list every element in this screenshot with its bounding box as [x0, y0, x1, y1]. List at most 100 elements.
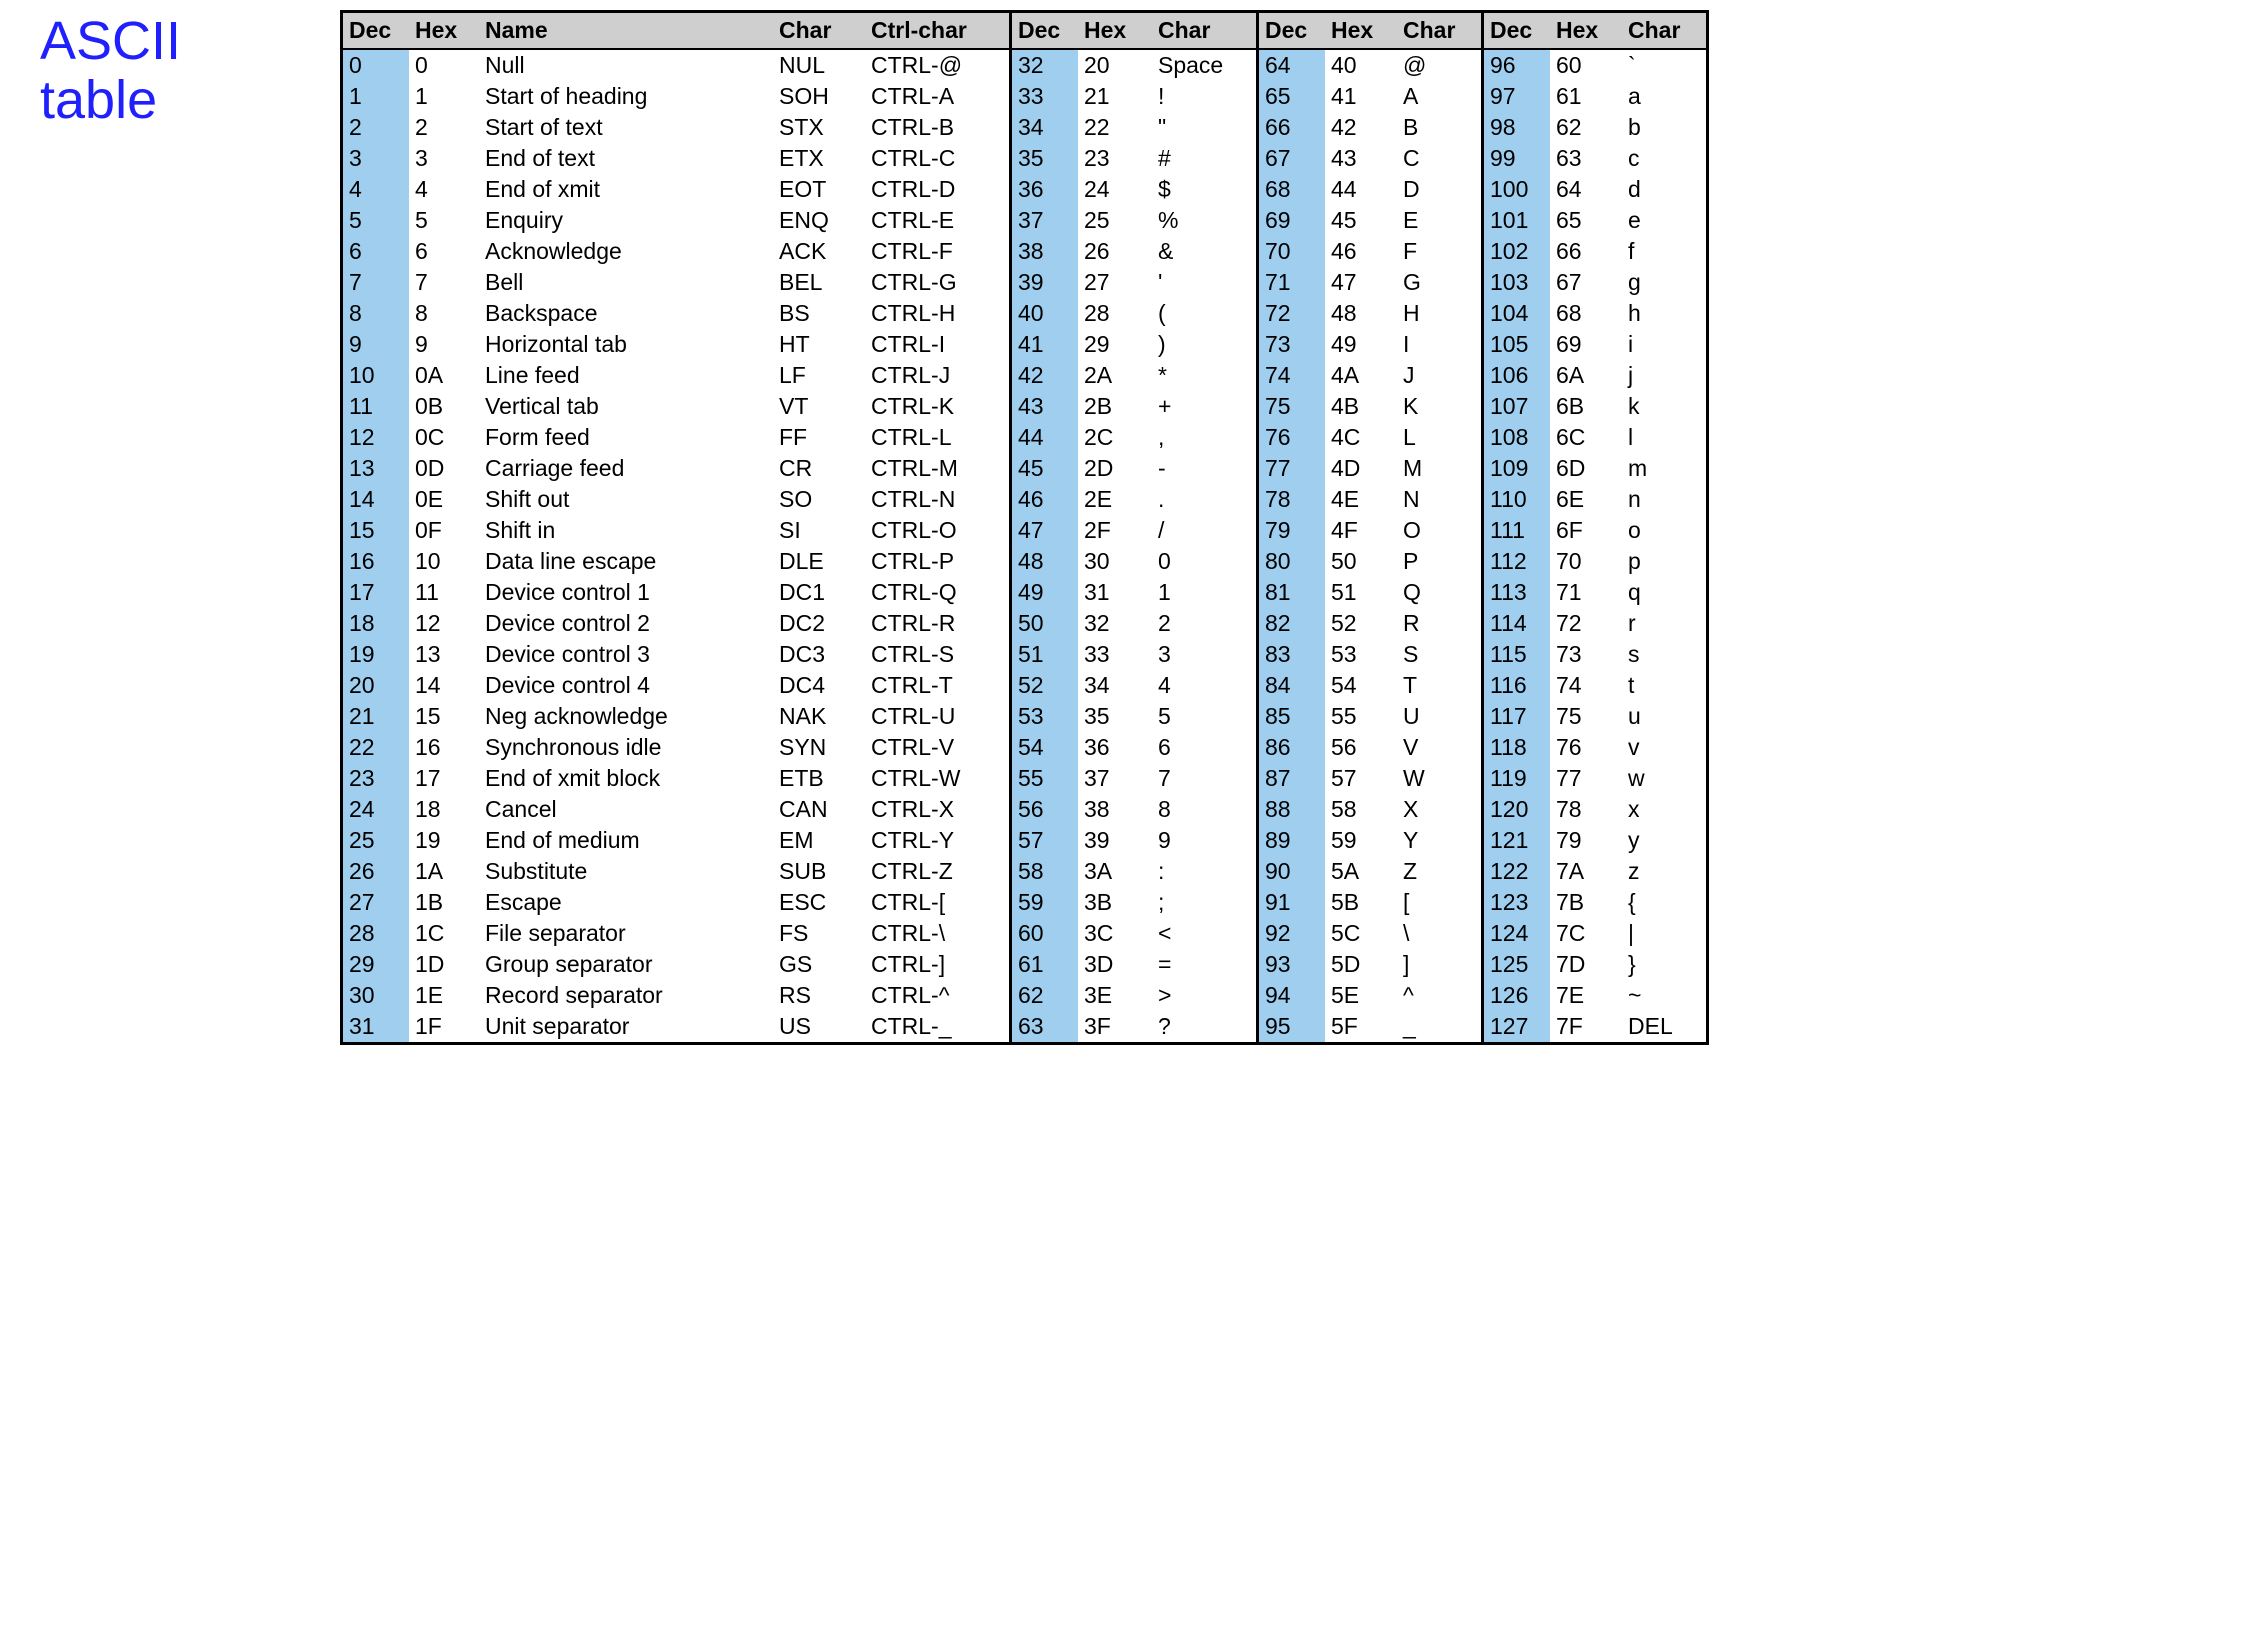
cell-hex: 0F [409, 515, 479, 546]
cell-name: Enquiry [479, 205, 773, 236]
col-name-a: Name [479, 13, 773, 49]
cell-char: n [1622, 484, 1706, 515]
cell-char: SO [773, 484, 865, 515]
cell-char: W [1397, 763, 1483, 794]
table-row: 2418CancelCANCTRL-X563888858X12078x [343, 794, 1706, 825]
cell-char: % [1152, 205, 1258, 236]
cell-dec: 7 [343, 267, 409, 298]
cell-ctrl: CTRL-N [865, 484, 1011, 515]
cell-dec: 61 [1011, 949, 1079, 980]
cell-hex: 72 [1550, 608, 1622, 639]
cell-char: s [1622, 639, 1706, 670]
cell-hex: 24 [1078, 174, 1152, 205]
cell-hex: 6D [1550, 453, 1622, 484]
table-row: 110BVertical tabVTCTRL-K432B+754BK1076Bk [343, 391, 1706, 422]
cell-name: Substitute [479, 856, 773, 887]
cell-hex: 47 [1325, 267, 1397, 298]
cell-dec: 118 [1483, 732, 1551, 763]
cell-dec: 110 [1483, 484, 1551, 515]
cell-name: Device control 2 [479, 608, 773, 639]
cell-char: N [1397, 484, 1483, 515]
cell-ctrl: CTRL-@ [865, 49, 1011, 81]
cell-dec: 69 [1258, 205, 1326, 236]
cell-hex: 15 [409, 701, 479, 732]
cell-dec: 106 [1483, 360, 1551, 391]
cell-dec: 57 [1011, 825, 1079, 856]
cell-char: RS [773, 980, 865, 1011]
cell-hex: 5E [1325, 980, 1397, 1011]
cell-hex: 1D [409, 949, 479, 980]
cell-dec: 103 [1483, 267, 1551, 298]
cell-char: V [1397, 732, 1483, 763]
cell-char: - [1152, 453, 1258, 484]
cell-dec: 41 [1011, 329, 1079, 360]
cell-char: I [1397, 329, 1483, 360]
cell-dec: 58 [1011, 856, 1079, 887]
cell-dec: 115 [1483, 639, 1551, 670]
col-char-b: Char [1152, 13, 1258, 49]
cell-dec: 33 [1011, 81, 1079, 112]
cell-hex: 1F [409, 1011, 479, 1042]
cell-ctrl: CTRL-R [865, 608, 1011, 639]
col-dec-a: Dec [343, 13, 409, 49]
cell-dec: 109 [1483, 453, 1551, 484]
table-row: 2115Neg acknowledgeNAKCTRL-U533558555U11… [343, 701, 1706, 732]
cell-dec: 119 [1483, 763, 1551, 794]
cell-dec: 43 [1011, 391, 1079, 422]
cell-char: BS [773, 298, 865, 329]
cell-hex: 48 [1325, 298, 1397, 329]
cell-dec: 18 [343, 608, 409, 639]
cell-char: STX [773, 112, 865, 143]
cell-char: LF [773, 360, 865, 391]
cell-hex: 4D [1325, 453, 1397, 484]
cell-ctrl: CTRL-K [865, 391, 1011, 422]
cell-ctrl: CTRL-_ [865, 1011, 1011, 1042]
cell-hex: 78 [1550, 794, 1622, 825]
cell-hex: 62 [1550, 112, 1622, 143]
cell-hex: 0A [409, 360, 479, 391]
cell-hex: 11 [409, 577, 479, 608]
cell-char: : [1152, 856, 1258, 887]
cell-hex: 58 [1325, 794, 1397, 825]
cell-char: ~ [1622, 980, 1706, 1011]
cell-hex: 23 [1078, 143, 1152, 174]
cell-hex: 34 [1078, 670, 1152, 701]
cell-char: K [1397, 391, 1483, 422]
cell-hex: 60 [1550, 49, 1622, 81]
cell-char: j [1622, 360, 1706, 391]
cell-hex: 74 [1550, 670, 1622, 701]
cell-hex: 12 [409, 608, 479, 639]
cell-dec: 68 [1258, 174, 1326, 205]
cell-dec: 19 [343, 639, 409, 670]
cell-hex: 61 [1550, 81, 1622, 112]
cell-ctrl: CTRL-E [865, 205, 1011, 236]
cell-hex: 9 [409, 329, 479, 360]
cell-name: End of xmit [479, 174, 773, 205]
cell-dec: 101 [1483, 205, 1551, 236]
cell-dec: 124 [1483, 918, 1551, 949]
col-dec-b: Dec [1011, 13, 1079, 49]
cell-dec: 26 [343, 856, 409, 887]
cell-ctrl: CTRL-V [865, 732, 1011, 763]
cell-hex: 50 [1325, 546, 1397, 577]
cell-name: Form feed [479, 422, 773, 453]
cell-char: 8 [1152, 794, 1258, 825]
cell-hex: 1E [409, 980, 479, 1011]
cell-char: " [1152, 112, 1258, 143]
cell-hex: 0B [409, 391, 479, 422]
table-header-row: Dec Hex Name Char Ctrl-char Dec Hex Char… [343, 13, 1706, 49]
cell-char: D [1397, 174, 1483, 205]
cell-dec: 8 [343, 298, 409, 329]
cell-hex: 5C [1325, 918, 1397, 949]
cell-ctrl: CTRL-^ [865, 980, 1011, 1011]
cell-char: A [1397, 81, 1483, 112]
cell-hex: 39 [1078, 825, 1152, 856]
cell-hex: 6B [1550, 391, 1622, 422]
cell-name: Shift in [479, 515, 773, 546]
col-hex-c: Hex [1325, 13, 1397, 49]
cell-hex: 7D [1550, 949, 1622, 980]
cell-hex: 7E [1550, 980, 1622, 1011]
cell-dec: 96 [1483, 49, 1551, 81]
cell-hex: 43 [1325, 143, 1397, 174]
cell-char: * [1152, 360, 1258, 391]
